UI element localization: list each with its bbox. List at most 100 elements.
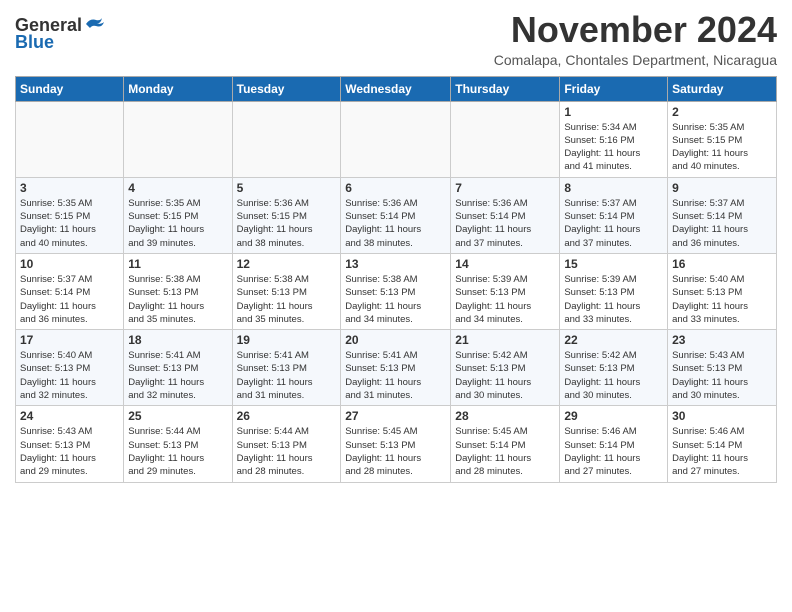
calendar-cell: 27 Sunrise: 5:45 AM Sunset: 5:13 PM Dayli…	[341, 406, 451, 482]
day-number: 28	[455, 409, 555, 423]
day-number: 19	[237, 333, 337, 347]
weekday-header-saturday: Saturday	[668, 76, 777, 101]
day-info: Sunrise: 5:45 AM Sunset: 5:14 PM Dayligh…	[455, 425, 555, 478]
calendar-cell: 2 Sunrise: 5:35 AM Sunset: 5:15 PM Daylig…	[668, 101, 777, 177]
calendar-cell: 24 Sunrise: 5:43 AM Sunset: 5:13 PM Dayli…	[16, 406, 124, 482]
month-title: November 2024	[494, 10, 777, 50]
day-info: Sunrise: 5:43 AM Sunset: 5:13 PM Dayligh…	[20, 425, 119, 478]
day-info: Sunrise: 5:39 AM Sunset: 5:13 PM Dayligh…	[564, 273, 663, 326]
calendar-week-row: 24 Sunrise: 5:43 AM Sunset: 5:13 PM Dayli…	[16, 406, 777, 482]
day-info: Sunrise: 5:41 AM Sunset: 5:13 PM Dayligh…	[128, 349, 227, 402]
weekday-header-tuesday: Tuesday	[232, 76, 341, 101]
day-number: 26	[237, 409, 337, 423]
logo-blue-text: Blue	[15, 32, 54, 53]
calendar-cell: 22 Sunrise: 5:42 AM Sunset: 5:13 PM Dayli…	[560, 330, 668, 406]
calendar-week-row: 17 Sunrise: 5:40 AM Sunset: 5:13 PM Dayli…	[16, 330, 777, 406]
calendar-cell: 7 Sunrise: 5:36 AM Sunset: 5:14 PM Daylig…	[451, 177, 560, 253]
weekday-header-friday: Friday	[560, 76, 668, 101]
day-number: 6	[345, 181, 446, 195]
calendar-cell	[451, 101, 560, 177]
day-number: 24	[20, 409, 119, 423]
calendar-cell: 6 Sunrise: 5:36 AM Sunset: 5:14 PM Daylig…	[341, 177, 451, 253]
day-number: 5	[237, 181, 337, 195]
day-info: Sunrise: 5:37 AM Sunset: 5:14 PM Dayligh…	[564, 197, 663, 250]
day-number: 3	[20, 181, 119, 195]
day-number: 30	[672, 409, 772, 423]
day-info: Sunrise: 5:38 AM Sunset: 5:13 PM Dayligh…	[237, 273, 337, 326]
calendar-cell: 20Sunrise: 5:41 AM Sunset: 5:13 PM Dayli…	[341, 330, 451, 406]
day-number: 23	[672, 333, 772, 347]
calendar-cell: 11 Sunrise: 5:38 AM Sunset: 5:13 PM Dayli…	[124, 253, 232, 329]
day-info: Sunrise: 5:42 AM Sunset: 5:13 PM Dayligh…	[455, 349, 555, 402]
weekday-header-row: SundayMondayTuesdayWednesdayThursdayFrid…	[16, 76, 777, 101]
calendar-cell: 16 Sunrise: 5:40 AM Sunset: 5:13 PM Dayli…	[668, 253, 777, 329]
day-number: 22	[564, 333, 663, 347]
day-info: Sunrise: 5:43 AM Sunset: 5:13 PM Dayligh…	[672, 349, 772, 402]
day-number: 25	[128, 409, 227, 423]
day-info: Sunrise: 5:35 AM Sunset: 5:15 PM Dayligh…	[20, 197, 119, 250]
calendar-cell: 28 Sunrise: 5:45 AM Sunset: 5:14 PM Dayli…	[451, 406, 560, 482]
title-block: November 2024 Comalapa, Chontales Depart…	[494, 10, 777, 68]
weekday-header-wednesday: Wednesday	[341, 76, 451, 101]
day-number: 16	[672, 257, 772, 271]
day-info: Sunrise: 5:35 AM Sunset: 5:15 PM Dayligh…	[128, 197, 227, 250]
day-info: Sunrise: 5:39 AM Sunset: 5:13 PM Dayligh…	[455, 273, 555, 326]
day-info: Sunrise: 5:38 AM Sunset: 5:13 PM Dayligh…	[128, 273, 227, 326]
calendar-cell: 19 Sunrise: 5:41 AM Sunset: 5:13 PM Dayli…	[232, 330, 341, 406]
calendar-cell: 23 Sunrise: 5:43 AM Sunset: 5:13 PM Dayli…	[668, 330, 777, 406]
day-number: 13	[345, 257, 446, 271]
day-number: 18	[128, 333, 227, 347]
day-number: 29	[564, 409, 663, 423]
calendar-cell	[16, 101, 124, 177]
weekday-header-thursday: Thursday	[451, 76, 560, 101]
day-number: 2	[672, 105, 772, 119]
calendar-cell: 5 Sunrise: 5:36 AM Sunset: 5:15 PM Daylig…	[232, 177, 341, 253]
page-header: General Blue November 2024 Comalapa, Cho…	[15, 10, 777, 68]
calendar-cell	[232, 101, 341, 177]
calendar-cell: 17 Sunrise: 5:40 AM Sunset: 5:13 PM Dayli…	[16, 330, 124, 406]
calendar-cell: 8Sunrise: 5:37 AM Sunset: 5:14 PM Daylig…	[560, 177, 668, 253]
day-info: Sunrise: 5:36 AM Sunset: 5:15 PM Dayligh…	[237, 197, 337, 250]
calendar-cell: 9Sunrise: 5:37 AM Sunset: 5:14 PM Daylig…	[668, 177, 777, 253]
calendar-week-row: 1Sunrise: 5:34 AM Sunset: 5:16 PM Daylig…	[16, 101, 777, 177]
calendar-table: SundayMondayTuesdayWednesdayThursdayFrid…	[15, 76, 777, 483]
day-number: 27	[345, 409, 446, 423]
day-info: Sunrise: 5:37 AM Sunset: 5:14 PM Dayligh…	[20, 273, 119, 326]
calendar-week-row: 10Sunrise: 5:37 AM Sunset: 5:14 PM Dayli…	[16, 253, 777, 329]
weekday-header-sunday: Sunday	[16, 76, 124, 101]
day-info: Sunrise: 5:36 AM Sunset: 5:14 PM Dayligh…	[455, 197, 555, 250]
calendar-cell: 25 Sunrise: 5:44 AM Sunset: 5:13 PM Dayli…	[124, 406, 232, 482]
calendar-cell: 12 Sunrise: 5:38 AM Sunset: 5:13 PM Dayli…	[232, 253, 341, 329]
day-info: Sunrise: 5:46 AM Sunset: 5:14 PM Dayligh…	[564, 425, 663, 478]
calendar-cell: 1Sunrise: 5:34 AM Sunset: 5:16 PM Daylig…	[560, 101, 668, 177]
day-number: 7	[455, 181, 555, 195]
day-info: Sunrise: 5:36 AM Sunset: 5:14 PM Dayligh…	[345, 197, 446, 250]
day-info: Sunrise: 5:45 AM Sunset: 5:13 PM Dayligh…	[345, 425, 446, 478]
day-number: 17	[20, 333, 119, 347]
day-info: Sunrise: 5:44 AM Sunset: 5:13 PM Dayligh…	[128, 425, 227, 478]
calendar-cell: 30Sunrise: 5:46 AM Sunset: 5:14 PM Dayli…	[668, 406, 777, 482]
day-info: Sunrise: 5:42 AM Sunset: 5:13 PM Dayligh…	[564, 349, 663, 402]
day-number: 12	[237, 257, 337, 271]
day-info: Sunrise: 5:40 AM Sunset: 5:13 PM Dayligh…	[20, 349, 119, 402]
calendar-cell	[341, 101, 451, 177]
calendar-cell: 13 Sunrise: 5:38 AM Sunset: 5:13 PM Dayli…	[341, 253, 451, 329]
day-info: Sunrise: 5:41 AM Sunset: 5:13 PM Dayligh…	[237, 349, 337, 402]
calendar-cell: 3 Sunrise: 5:35 AM Sunset: 5:15 PM Daylig…	[16, 177, 124, 253]
day-info: Sunrise: 5:34 AM Sunset: 5:16 PM Dayligh…	[564, 121, 663, 174]
calendar-cell: 29 Sunrise: 5:46 AM Sunset: 5:14 PM Dayli…	[560, 406, 668, 482]
day-info: Sunrise: 5:40 AM Sunset: 5:13 PM Dayligh…	[672, 273, 772, 326]
calendar-cell: 26Sunrise: 5:44 AM Sunset: 5:13 PM Dayli…	[232, 406, 341, 482]
logo: General Blue	[15, 16, 104, 53]
day-number: 21	[455, 333, 555, 347]
calendar-cell: 4 Sunrise: 5:35 AM Sunset: 5:15 PM Daylig…	[124, 177, 232, 253]
day-info: Sunrise: 5:37 AM Sunset: 5:14 PM Dayligh…	[672, 197, 772, 250]
day-info: Sunrise: 5:38 AM Sunset: 5:13 PM Dayligh…	[345, 273, 446, 326]
calendar-cell: 10Sunrise: 5:37 AM Sunset: 5:14 PM Dayli…	[16, 253, 124, 329]
day-number: 4	[128, 181, 227, 195]
day-info: Sunrise: 5:41 AM Sunset: 5:13 PM Dayligh…	[345, 349, 446, 402]
day-number: 11	[128, 257, 227, 271]
logo-bird-icon	[84, 16, 104, 32]
day-info: Sunrise: 5:35 AM Sunset: 5:15 PM Dayligh…	[672, 121, 772, 174]
day-number: 15	[564, 257, 663, 271]
